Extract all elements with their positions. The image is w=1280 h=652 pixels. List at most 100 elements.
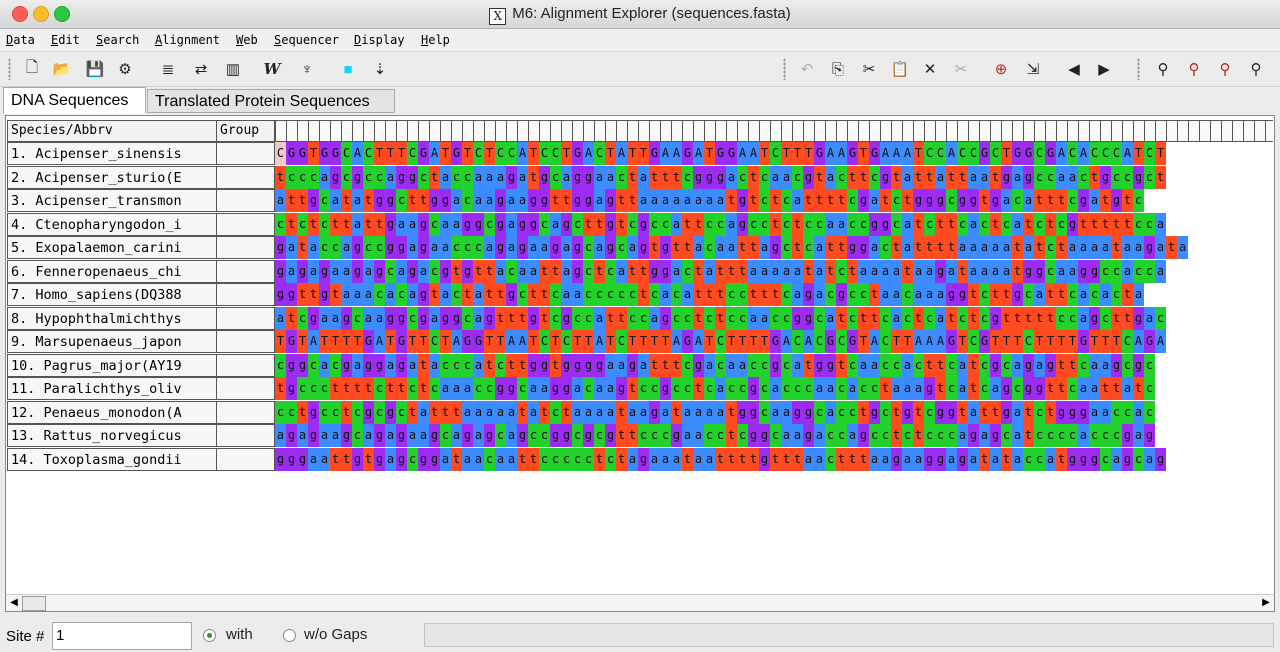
base-cell[interactable]: T bbox=[627, 330, 638, 353]
base-cell[interactable]: t bbox=[649, 165, 660, 189]
base-cell[interactable]: C bbox=[561, 330, 572, 353]
base-cell[interactable]: A bbox=[583, 142, 594, 165]
sequence-cells[interactable]: tgcccttttcttctcaaaccggcaaggacaagtccgcctc… bbox=[275, 377, 1273, 400]
base-cell[interactable]: a bbox=[627, 447, 638, 471]
base-cell[interactable]: g bbox=[484, 306, 495, 330]
base-cell[interactable]: T bbox=[957, 330, 968, 353]
base-cell[interactable]: a bbox=[1089, 353, 1100, 377]
base-cell[interactable]: t bbox=[506, 306, 517, 330]
base-cell[interactable]: c bbox=[638, 306, 649, 330]
base-cell[interactable]: g bbox=[418, 447, 429, 471]
base-cell[interactable]: A bbox=[946, 142, 957, 165]
base-cell[interactable]: t bbox=[935, 236, 946, 259]
base-cell[interactable]: c bbox=[737, 377, 748, 400]
base-cell[interactable]: g bbox=[946, 283, 957, 306]
base-cell[interactable]: a bbox=[1089, 400, 1100, 424]
base-cell[interactable]: a bbox=[737, 353, 748, 377]
base-cell[interactable]: t bbox=[836, 236, 847, 259]
base-cell[interactable]: c bbox=[726, 377, 737, 400]
undo-icon[interactable]: ↶ bbox=[795, 57, 819, 81]
base-cell[interactable]: c bbox=[297, 306, 308, 330]
base-cell[interactable]: c bbox=[660, 212, 671, 236]
base-cell[interactable]: T bbox=[396, 142, 407, 165]
copy-icon[interactable]: ⎘ bbox=[826, 57, 850, 81]
base-cell[interactable]: t bbox=[330, 283, 341, 306]
base-cell[interactable]: G bbox=[572, 142, 583, 165]
base-cell[interactable]: t bbox=[737, 236, 748, 259]
base-cell[interactable]: T bbox=[407, 330, 418, 353]
base-cell[interactable]: T bbox=[792, 142, 803, 165]
base-cell[interactable]: a bbox=[473, 165, 484, 189]
base-cell[interactable]: a bbox=[814, 283, 825, 306]
base-cell[interactable]: A bbox=[451, 330, 462, 353]
base-cell[interactable]: g bbox=[572, 353, 583, 377]
base-cell[interactable]: g bbox=[572, 165, 583, 189]
base-cell[interactable]: a bbox=[462, 400, 473, 424]
base-cell[interactable]: a bbox=[506, 212, 517, 236]
base-cell[interactable]: a bbox=[440, 447, 451, 471]
base-cell[interactable]: t bbox=[341, 189, 352, 212]
base-cell[interactable]: g bbox=[385, 236, 396, 259]
base-cell[interactable]: c bbox=[704, 236, 715, 259]
base-cell[interactable]: g bbox=[341, 306, 352, 330]
species-name-cell[interactable]: 6. Fenneropenaeus_chi bbox=[7, 259, 217, 283]
base-cell[interactable]: a bbox=[385, 283, 396, 306]
base-cell[interactable]: a bbox=[572, 400, 583, 424]
base-cell[interactable]: t bbox=[1089, 212, 1100, 236]
base-cell[interactable]: c bbox=[803, 236, 814, 259]
base-cell[interactable]: c bbox=[814, 400, 825, 424]
base-cell[interactable]: c bbox=[836, 259, 847, 283]
base-cell[interactable]: c bbox=[330, 400, 341, 424]
base-cell[interactable]: a bbox=[275, 306, 286, 330]
base-cell[interactable]: g bbox=[374, 424, 385, 447]
base-cell[interactable]: g bbox=[1089, 447, 1100, 471]
base-cell[interactable]: g bbox=[935, 447, 946, 471]
base-cell[interactable]: t bbox=[539, 259, 550, 283]
base-cell[interactable]: g bbox=[1089, 259, 1100, 283]
base-cell[interactable]: c bbox=[649, 283, 660, 306]
base-cell[interactable]: c bbox=[1089, 424, 1100, 447]
base-cell[interactable]: c bbox=[308, 377, 319, 400]
base-cell[interactable]: a bbox=[869, 447, 880, 471]
base-cell[interactable]: a bbox=[682, 400, 693, 424]
base-cell[interactable]: A bbox=[781, 330, 792, 353]
base-cell[interactable]: c bbox=[418, 165, 429, 189]
base-cell[interactable]: g bbox=[396, 424, 407, 447]
base-cell[interactable]: a bbox=[726, 236, 737, 259]
base-cell[interactable]: a bbox=[682, 424, 693, 447]
base-cell[interactable]: G bbox=[649, 142, 660, 165]
base-cell[interactable]: t bbox=[1166, 236, 1177, 259]
base-cell[interactable]: a bbox=[770, 165, 781, 189]
base-cell[interactable]: g bbox=[605, 189, 616, 212]
base-cell[interactable]: c bbox=[451, 283, 462, 306]
base-cell[interactable]: g bbox=[506, 283, 517, 306]
base-cell[interactable]: t bbox=[803, 259, 814, 283]
base-cell[interactable]: c bbox=[429, 377, 440, 400]
base-cell[interactable]: c bbox=[1001, 424, 1012, 447]
base-cell[interactable]: c bbox=[814, 306, 825, 330]
base-cell[interactable]: t bbox=[495, 283, 506, 306]
save-icon[interactable]: 💾 bbox=[83, 57, 107, 81]
base-cell[interactable]: a bbox=[440, 377, 451, 400]
base-cell[interactable]: t bbox=[671, 236, 682, 259]
base-cell[interactable]: G bbox=[418, 142, 429, 165]
base-cell[interactable]: a bbox=[979, 424, 990, 447]
paste-icon[interactable]: 📋 bbox=[888, 57, 912, 81]
base-cell[interactable]: g bbox=[374, 189, 385, 212]
base-cell[interactable]: t bbox=[770, 447, 781, 471]
base-cell[interactable]: c bbox=[451, 353, 462, 377]
base-cell[interactable]: T bbox=[803, 142, 814, 165]
codon-icon[interactable]: ⚙ bbox=[113, 57, 137, 81]
base-cell[interactable]: c bbox=[286, 400, 297, 424]
base-cell[interactable]: c bbox=[726, 306, 737, 330]
base-cell[interactable]: T bbox=[781, 142, 792, 165]
base-cell[interactable]: a bbox=[682, 283, 693, 306]
find-icon[interactable]: ⚲ bbox=[1151, 57, 1175, 81]
base-cell[interactable]: c bbox=[583, 447, 594, 471]
base-cell[interactable]: c bbox=[550, 447, 561, 471]
base-cell[interactable]: a bbox=[1001, 259, 1012, 283]
base-cell[interactable]: c bbox=[319, 236, 330, 259]
base-cell[interactable]: t bbox=[957, 165, 968, 189]
base-cell[interactable]: T bbox=[374, 142, 385, 165]
base-cell[interactable]: g bbox=[407, 259, 418, 283]
